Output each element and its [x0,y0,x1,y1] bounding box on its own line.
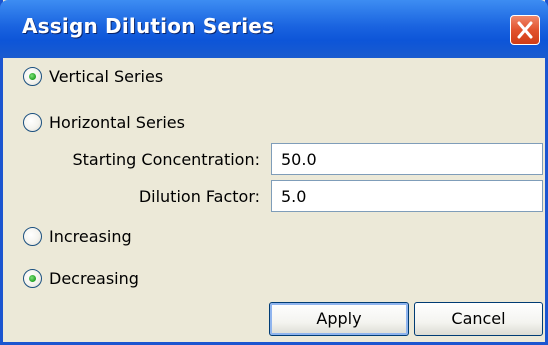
radio-button-selected[interactable] [23,66,42,86]
starting-concentration-label: Starting Concentration: [72,150,261,169]
close-button[interactable] [510,15,540,45]
window-title: Assign Dilution Series [22,14,275,38]
radio-button[interactable] [23,112,42,132]
radio-button-selected[interactable] [23,268,42,288]
radio-vertical-series[interactable]: Vertical Series [23,64,163,88]
apply-button[interactable]: Apply [269,302,409,336]
title-bar: Assign Dilution Series [0,0,548,58]
radio-label-decreasing: Decreasing [49,268,139,288]
dilution-factor-input[interactable] [271,180,543,212]
dilution-factor-label: Dilution Factor: [138,187,260,206]
assign-dilution-series-dialog: Assign Dilution Series Vertical Series H… [0,0,548,345]
starting-concentration-input[interactable] [271,143,543,175]
radio-decreasing[interactable]: Decreasing [23,266,139,290]
radio-button[interactable] [23,226,42,246]
radio-label-vertical-series: Vertical Series [49,66,164,86]
radio-selected-dot [29,274,36,282]
radio-label-horizontal-series: Horizontal Series [49,112,185,132]
cancel-button[interactable]: Cancel [414,302,543,336]
radio-horizontal-series[interactable]: Horizontal Series [23,110,185,134]
close-icon [517,21,533,39]
radio-increasing[interactable]: Increasing [23,224,132,248]
radio-label-increasing: Increasing [49,226,132,246]
radio-selected-dot [29,72,36,80]
